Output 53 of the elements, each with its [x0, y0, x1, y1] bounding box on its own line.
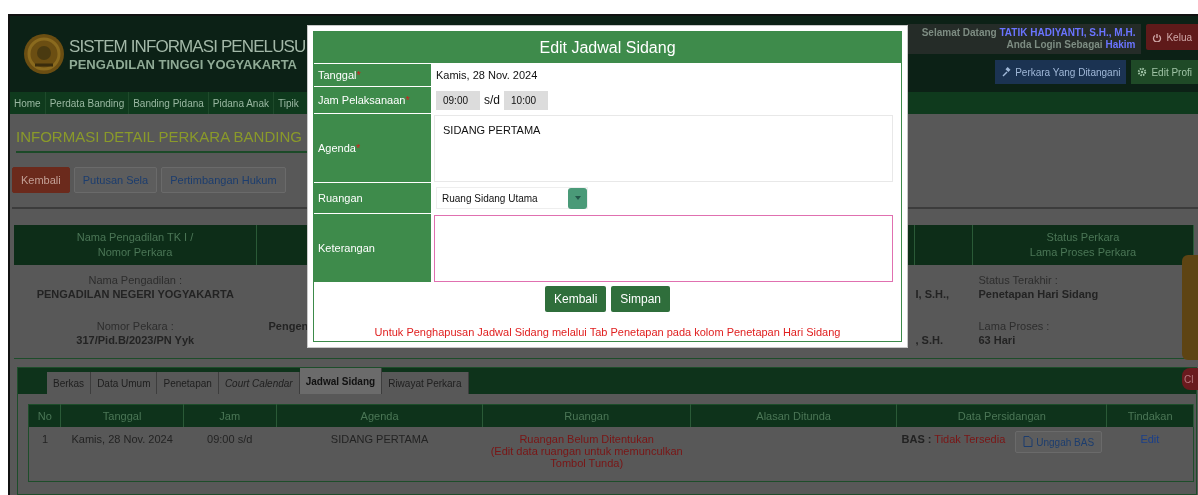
column-header: No: [28, 404, 61, 427]
nav-link[interactable]: Perdata Banding: [45, 92, 130, 114]
room-warning: Ruangan Belum Ditentukan (Edit data ruangan untuk memunculkan Tombol Tunda): [489, 433, 684, 469]
edit-profile-button[interactable]: Edit Profi: [1131, 60, 1198, 84]
column-header: Agenda: [276, 404, 483, 427]
gavel-icon: [1001, 67, 1012, 77]
save-button[interactable]: Simpan: [611, 286, 670, 312]
document-icon: [1023, 436, 1034, 448]
agenda-textarea[interactable]: SIDANG PERTAMA: [434, 115, 893, 182]
room-select[interactable]: Ruang Sidang Utama: [436, 187, 588, 209]
required-mark: *: [405, 94, 410, 106]
dialog-title: Edit Jadwal Sidang: [314, 32, 901, 63]
table-header-cell: Status Perkara Lama Proses Perkara: [972, 225, 1194, 265]
side-button[interactable]: Cl: [1182, 368, 1198, 390]
required-mark: *: [355, 142, 361, 154]
column-header: Ruangan: [483, 404, 691, 427]
form-label: Tanggal: [318, 69, 357, 81]
nav-link[interactable]: Banding Pidana: [129, 92, 209, 114]
bas-status: Tidak Tersedia: [934, 433, 1006, 445]
tab[interactable]: Jadwal Sidang: [299, 368, 383, 394]
nav-link[interactable]: Tipik: [274, 92, 299, 114]
start-time-input[interactable]: 09:00: [436, 90, 480, 110]
delete-schedule-note: Untuk Penghapusan Jadwal Sidang melalui Tab Penetapan pada kolom Penetapan Hari Sidang: [373, 326, 842, 338]
app-title: SISTEM INFORMASI PENELUSU: [69, 36, 306, 57]
column-header: Alasan Ditunda: [690, 404, 897, 427]
user-role: Hakim: [1105, 39, 1136, 50]
welcome-label: Selamat Datang: [921, 27, 997, 38]
required-mark: *: [356, 69, 361, 81]
logout-button[interactable]: Kelua: [1146, 24, 1198, 50]
form-label: Keterangan: [318, 242, 375, 254]
power-icon: [1152, 32, 1163, 42]
column-header: Data Persidangan: [896, 404, 1107, 427]
column-header: Tanggal: [61, 404, 184, 427]
app-subtitle: PENGADILAN TINGGI YOGYAKARTA: [69, 57, 298, 72]
nav-link[interactable]: Home: [10, 92, 46, 114]
form-label: Agenda: [318, 142, 356, 154]
handled-cases-button[interactable]: Perkara Yang Ditangani: [995, 60, 1127, 84]
table-header-cell: Nama Pengadilan TK I / Nomor Perkara: [14, 225, 257, 265]
back-button[interactable]: Kembali: [544, 286, 607, 312]
user-name: TATIK HADIYANTI, S.H., M.H.: [999, 27, 1136, 38]
notes-textarea[interactable]: [434, 215, 893, 282]
date-value: Kamis, 28 Nov. 2024: [436, 69, 538, 81]
nav-link[interactable]: Pidana Anak: [208, 92, 274, 114]
form-label: Jam Pelaksanaan: [318, 94, 406, 106]
gear-icon: [1137, 67, 1148, 77]
range-separator: s/d: [484, 93, 500, 107]
column-header: Jam: [183, 404, 277, 427]
end-time-input[interactable]: 10:00: [504, 90, 548, 110]
column-header: Tindakan: [1106, 404, 1194, 427]
form-label: Ruangan: [318, 192, 363, 204]
login-label: Anda Login Sebagai: [1006, 39, 1103, 50]
caret-icon: [574, 196, 581, 200]
back-button[interactable]: Kembali: [12, 167, 70, 193]
